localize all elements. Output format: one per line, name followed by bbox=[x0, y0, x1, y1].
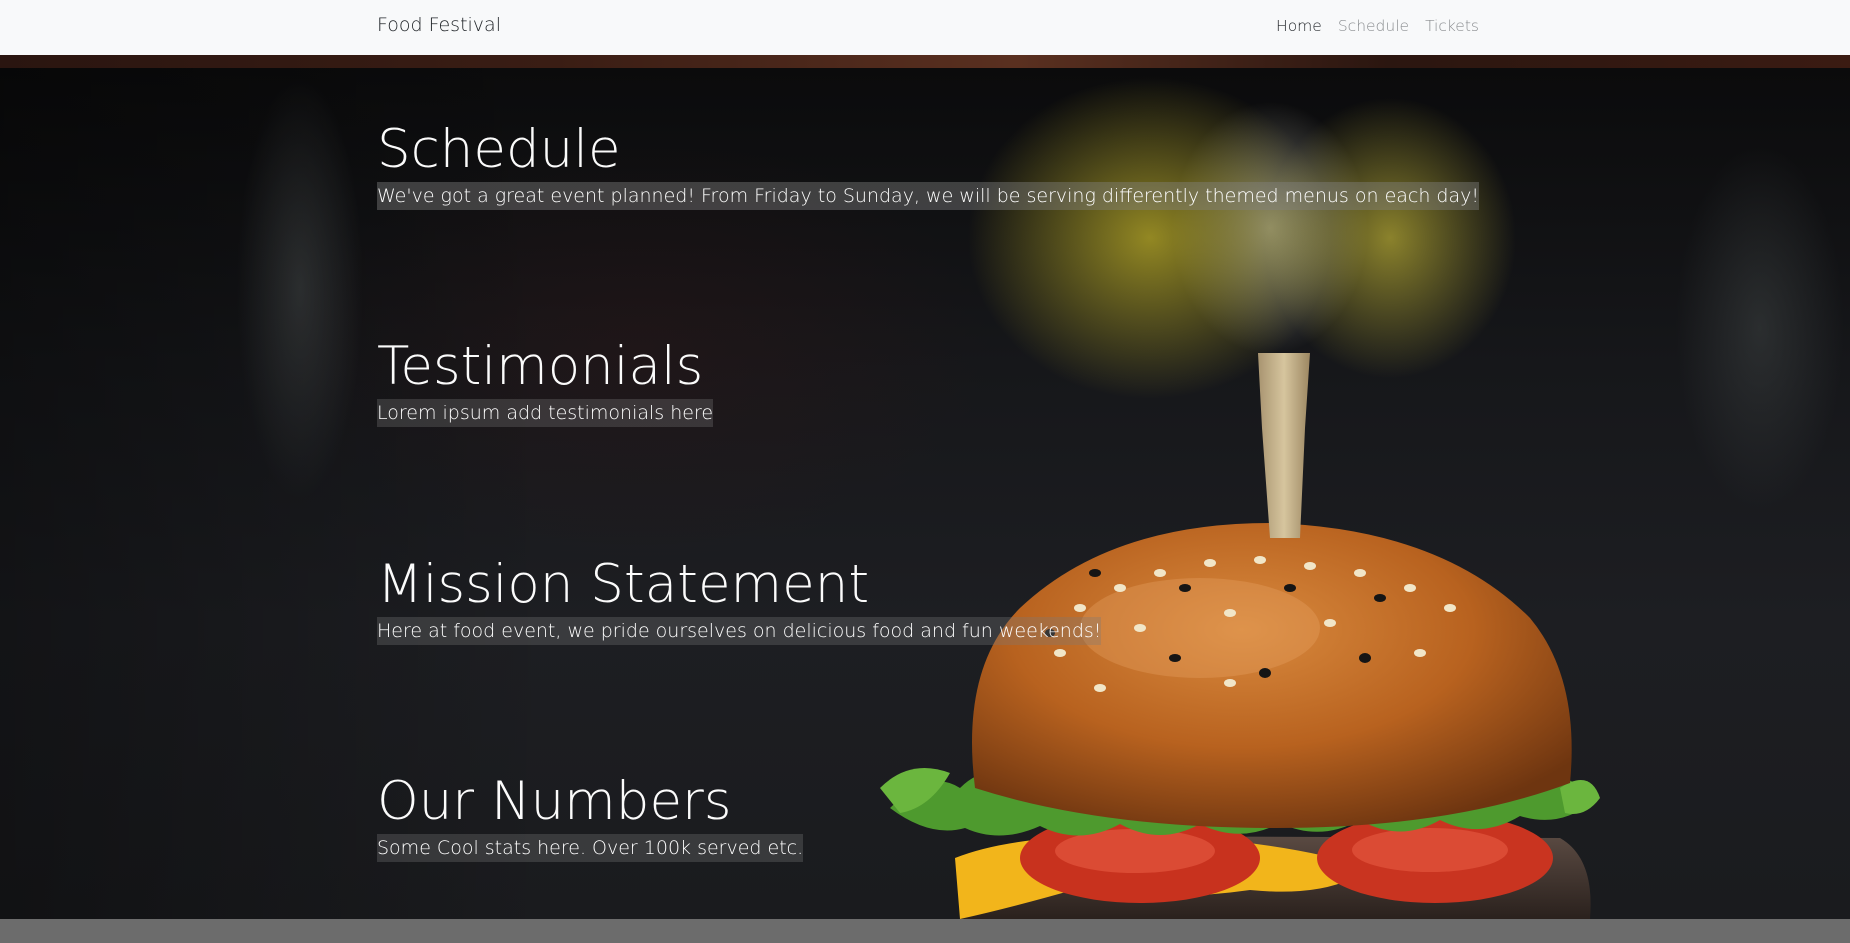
nav-link-schedule[interactable]: Schedule bbox=[1338, 17, 1409, 35]
testimonials-section: Testimonials Lorem ipsum add testimonial… bbox=[377, 335, 714, 427]
nav-link-tickets[interactable]: Tickets bbox=[1425, 17, 1479, 35]
testimonials-text: Lorem ipsum add testimonials here bbox=[377, 399, 714, 427]
footer-bar bbox=[0, 919, 1850, 943]
mission-heading: Mission Statement bbox=[377, 554, 870, 615]
brand-link[interactable]: Food Festival bbox=[377, 14, 501, 36]
numbers-section: Our Numbers Some Cool stats here. Over 1… bbox=[377, 770, 804, 862]
numbers-heading: Our Numbers bbox=[377, 771, 732, 832]
nav-links: Home Schedule Tickets bbox=[1276, 17, 1479, 35]
schedule-section: Schedule We've got a great event planned… bbox=[377, 118, 1479, 210]
hero-background: Schedule We've got a great event planned… bbox=[0, 68, 1850, 919]
mission-section: Mission Statement Here at food event, we… bbox=[377, 553, 1102, 645]
schedule-heading: Schedule bbox=[377, 119, 621, 180]
nav-link-home[interactable]: Home bbox=[1276, 17, 1322, 35]
skewer bbox=[1258, 353, 1310, 538]
hero-top-strip bbox=[0, 55, 1850, 68]
testimonials-heading: Testimonials bbox=[377, 336, 704, 397]
numbers-text: Some Cool stats here. Over 100k served e… bbox=[377, 834, 804, 862]
schedule-text: We've got a great event planned! From Fr… bbox=[377, 182, 1479, 210]
mission-text: Here at food event, we pride ourselves o… bbox=[377, 617, 1102, 645]
navbar: Food Festival Home Schedule Tickets bbox=[0, 0, 1850, 55]
